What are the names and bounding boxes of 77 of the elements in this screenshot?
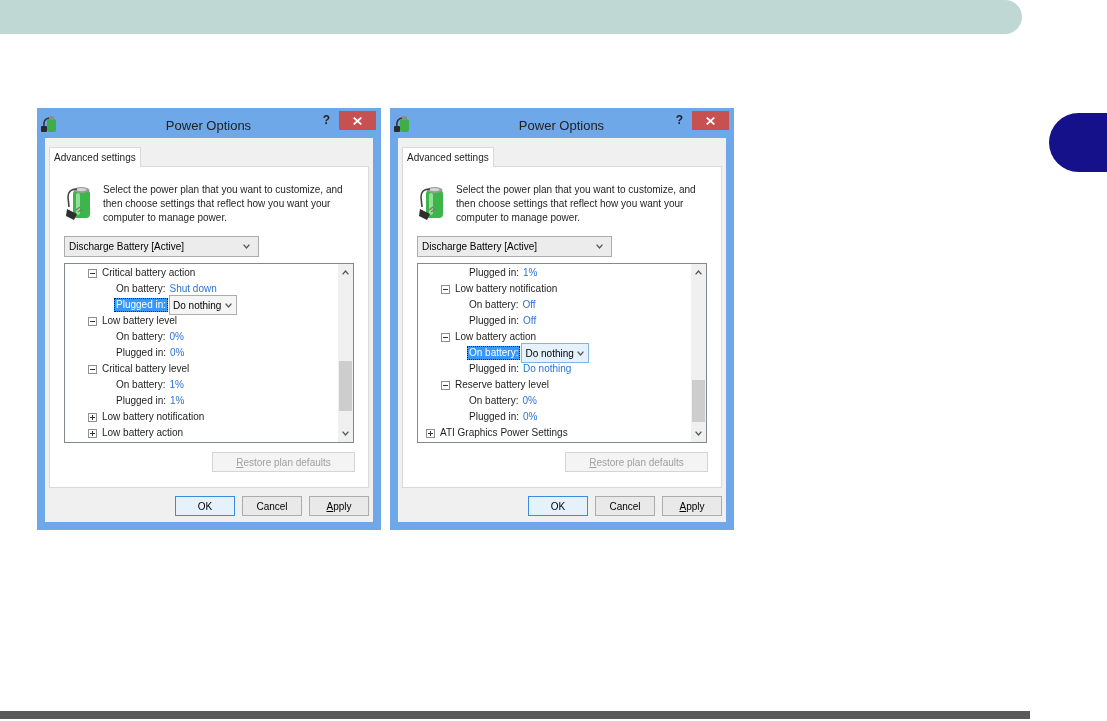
setting-label[interactable]: Plugged in:: [467, 362, 522, 376]
tree-item[interactable]: Critical battery action: [100, 266, 198, 280]
dialog-button[interactable]: Apply: [662, 496, 722, 516]
setting-value[interactable]: 0%: [170, 347, 185, 359]
tree-item[interactable]: Critical battery level: [100, 362, 192, 376]
minus-box-icon[interactable]: [441, 380, 450, 390]
setting-label[interactable]: Plugged in:: [467, 266, 522, 280]
description-text: Select the power plan that you want to customize, and then choose settings that reflect how you want your computer to manage power.: [103, 183, 344, 225]
chevron-down-icon[interactable]: [342, 431, 349, 436]
dialog-button[interactable]: Apply: [309, 496, 369, 516]
dialog-button[interactable]: Cancel: [595, 496, 655, 516]
window-title: Power Options: [518, 118, 605, 135]
chevron-up-icon[interactable]: [695, 270, 702, 275]
tree-item[interactable]: Low battery action: [100, 426, 186, 440]
tree-item[interactable]: Low battery notification: [100, 410, 207, 424]
plus-box-icon[interactable]: [88, 412, 97, 422]
settings-tab[interactable]: Advanced settings: [49, 147, 141, 167]
battery-plug-icon: [41, 115, 58, 132]
setting-label[interactable]: Plugged in:: [114, 346, 169, 360]
close-icon: [353, 116, 362, 125]
close-button[interactable]: [692, 111, 729, 130]
plan-dropdown[interactable]: Discharge Battery [Active]: [64, 236, 259, 257]
setting-label[interactable]: Plugged in:: [467, 410, 522, 424]
setting-value[interactable]: Shut down: [169, 283, 217, 295]
settings-tab[interactable]: Advanced settings: [402, 147, 494, 167]
chevron-up-icon[interactable]: [342, 270, 349, 275]
setting-value[interactable]: 1%: [523, 267, 538, 279]
setting-value[interactable]: Off: [523, 315, 537, 327]
close-button[interactable]: [339, 111, 376, 130]
setting-dropdown[interactable]: Do nothing: [169, 295, 238, 315]
minus-box-icon[interactable]: [441, 284, 450, 294]
dialog-button[interactable]: OK: [528, 496, 588, 516]
close-icon: [706, 116, 715, 125]
setting-label[interactable]: On battery:: [114, 282, 168, 296]
minus-box-icon[interactable]: [88, 316, 97, 326]
window-title: Power Options: [165, 118, 252, 135]
scroll-thumb[interactable]: [692, 380, 705, 422]
battery-plug-icon: [419, 185, 445, 221]
chevron-down-icon: [243, 244, 250, 249]
help-button[interactable]: ?: [321, 113, 331, 127]
minus-box-icon[interactable]: [88, 268, 97, 278]
plus-box-icon[interactable]: [426, 428, 435, 438]
chevron-down-icon: [577, 350, 585, 356]
tree-item[interactable]: Reserve battery level: [453, 378, 551, 392]
setting-label[interactable]: Plugged in:: [467, 314, 522, 328]
chevron-down-icon[interactable]: [695, 431, 702, 436]
tree-item[interactable]: Low battery action: [453, 330, 539, 344]
plus-box-icon[interactable]: [88, 428, 97, 438]
setting-label[interactable]: Plugged in:: [114, 394, 169, 408]
plan-dropdown[interactable]: Discharge Battery [Active]: [417, 236, 612, 257]
minus-box-icon[interactable]: [441, 332, 450, 342]
setting-value[interactable]: 0%: [522, 395, 537, 407]
setting-value[interactable]: 1%: [170, 395, 185, 407]
chevron-down-icon: [225, 302, 233, 308]
setting-value[interactable]: Do nothing: [523, 363, 572, 375]
setting-value[interactable]: 0%: [523, 411, 538, 423]
dialog-button[interactable]: Cancel: [242, 496, 302, 516]
setting-value[interactable]: 1%: [169, 379, 184, 391]
tree-item[interactable]: Low battery level: [100, 314, 180, 328]
setting-dropdown[interactable]: Do nothing: [521, 343, 590, 363]
setting-value[interactable]: Off: [522, 299, 536, 311]
help-button[interactable]: ?: [674, 113, 684, 127]
setting-label[interactable]: On battery:: [467, 298, 521, 312]
tree-item[interactable]: Low battery notification: [453, 282, 560, 296]
setting-label[interactable]: On battery:: [114, 330, 168, 344]
edge-marker: [1049, 113, 1107, 172]
minus-box-icon[interactable]: [88, 364, 97, 374]
scroll-thumb[interactable]: [339, 361, 352, 411]
setting-label[interactable]: On battery:: [467, 394, 521, 408]
battery-plug-icon: [394, 115, 411, 132]
battery-plug-icon: [66, 185, 92, 221]
tree-item[interactable]: ATI Graphics Power Settings: [438, 426, 570, 440]
setting-value[interactable]: 0%: [169, 331, 184, 343]
description-text: Select the power plan that you want to customize, and then choose settings that reflect how you want your computer to manage power.: [456, 183, 697, 225]
setting-label[interactable]: On battery:: [114, 378, 168, 392]
dialog-button[interactable]: OK: [175, 496, 235, 516]
chevron-down-icon: [596, 244, 603, 249]
